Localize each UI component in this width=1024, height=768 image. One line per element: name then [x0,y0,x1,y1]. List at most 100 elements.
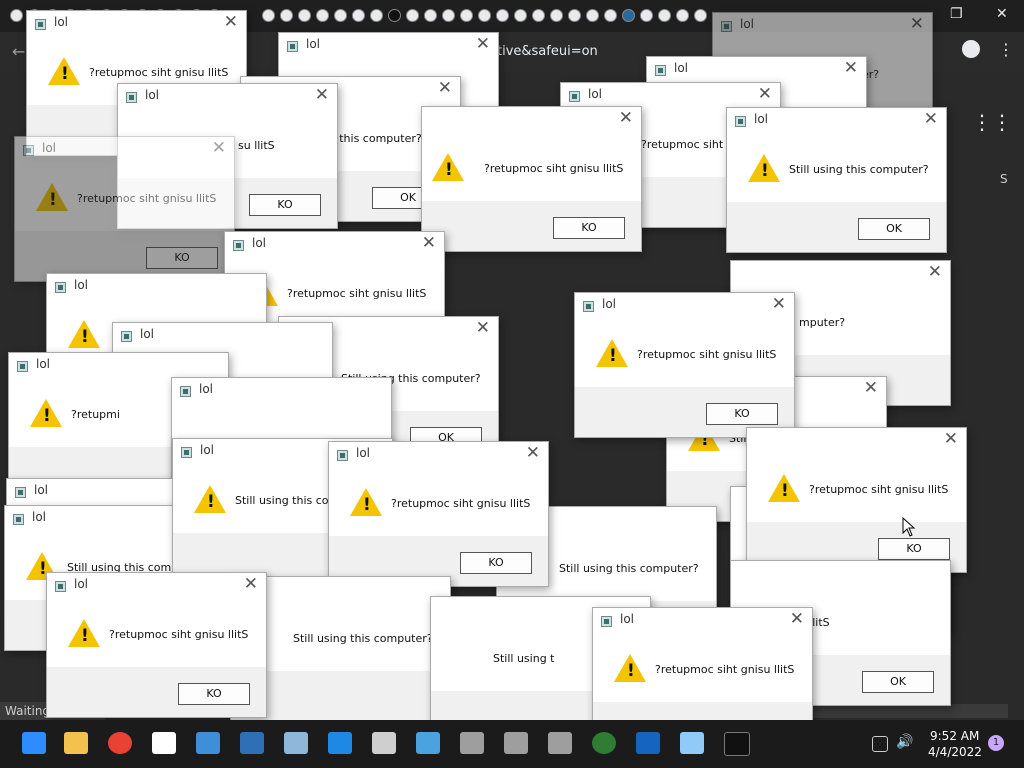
tab-favicon-icon[interactable] [586,9,599,22]
url-text[interactable]: tive&safeui=on [497,44,598,59]
7zip-icon[interactable] [152,732,176,754]
ko-button[interactable]: KO [146,247,218,269]
tab-favicon-icon[interactable] [532,9,545,22]
tab-favicon-icon[interactable] [352,9,365,22]
tab-favicon-icon[interactable] [478,9,491,22]
dialog-app-taskbar-icon[interactable] [328,732,352,754]
dialog-box[interactable]: lol ✕ ?retupmoc siht gnisu llitS KO [328,441,549,587]
ko-button[interactable]: KO [706,403,778,425]
dialog-close-icon[interactable]: ✕ [924,109,938,129]
ko-button[interactable]: KO [460,552,532,574]
tab-favicon-icon[interactable] [262,9,275,22]
dialog-app-icon [583,301,594,312]
profile-avatar-icon[interactable] [962,40,980,58]
dialog-box[interactable]: ✕ ?retupmoc siht gnisu llitS KO [746,427,967,573]
tab-favicon-icon[interactable] [442,9,455,22]
file-explorer-icon[interactable] [64,732,88,754]
dialog-close-icon[interactable]: ✕ [526,443,540,463]
dialog-title: lol [34,483,49,497]
dialog-close-icon[interactable]: ✕ [476,34,490,54]
dialog-box[interactable]: lol ✕ ?retupmoc siht gnisu llitS KO [14,136,235,282]
tab-favicon-icon[interactable] [694,9,707,22]
tab-favicon-icon[interactable] [550,9,563,22]
tab-favicon-icon[interactable] [316,9,329,22]
calculator-icon[interactable] [372,732,396,754]
tab-favicon-icon[interactable] [514,9,527,22]
dialog-close-icon[interactable]: ✕ [758,84,772,104]
dialog-title: lol [252,236,267,250]
network-icon[interactable] [548,732,572,754]
dialog-close-icon[interactable]: ✕ [315,85,329,105]
dialog-close-icon[interactable]: ✕ [476,318,490,338]
tab-favicon-icon[interactable] [676,9,689,22]
dialog-close-icon[interactable]: ✕ [844,58,858,78]
tab-favicon-icon[interactable] [568,9,581,22]
dialog-close-icon[interactable]: ✕ [944,429,958,449]
dialog-title: lol [674,61,689,75]
restore-icon[interactable]: ❐ [950,6,963,22]
terminal-icon[interactable] [724,732,750,756]
clock-time[interactable]: 9:52 AM [930,729,979,743]
dialog-close-icon[interactable]: ✕ [910,14,924,34]
tab-favicon-icon[interactable] [10,9,23,22]
dialog-close-icon[interactable]: ✕ [224,12,238,32]
photos-icon[interactable] [240,732,264,754]
ko-button[interactable]: KO [178,683,250,705]
paint-icon[interactable] [284,732,308,754]
dialog-close-icon[interactable]: ✕ [438,78,452,98]
dialog-close-icon[interactable]: ✕ [422,233,436,253]
tab-favicon-icon[interactable] [658,9,671,22]
tab-favicon-icon[interactable] [388,9,401,22]
dialog-box[interactable]: ✕ ?retupmoc siht gnisu llitS KO [421,106,642,252]
ko-button[interactable]: KO [878,538,950,560]
dialog-app-icon [287,41,298,52]
tab-favicon-icon[interactable] [604,9,617,22]
warning-icon [68,619,100,647]
tab-favicon-icon[interactable] [622,9,635,22]
dialog-close-icon[interactable]: ✕ [928,262,942,282]
dialog-close-icon[interactable]: ✕ [864,378,878,398]
more-menu-icon[interactable]: ⋮ [998,40,1014,59]
dialog-close-icon[interactable]: ✕ [212,138,226,158]
tab-favicon-icon[interactable] [406,9,419,22]
tab-favicon-icon[interactable] [370,9,383,22]
dialog-box[interactable]: lol ✕ Still using this computer? OK [726,107,947,253]
notepad-icon[interactable] [196,732,220,754]
dialog-box[interactable]: lol ✕ ?retupmoc siht gnisu llitS KO [46,572,267,718]
dialog-box[interactable]: lol ✕ ?retupmoc siht gnisu llitS KO [574,292,795,438]
tab-favicon-icon[interactable] [298,9,311,22]
ok-button[interactable]: OK [858,218,930,240]
dialog-title: lol [140,327,155,341]
chrome-icon[interactable] [108,732,132,754]
close-window-icon[interactable]: ✕ [996,6,1008,22]
ko-button[interactable]: KO [249,194,321,216]
dialog-app-icon [655,65,666,76]
clock-date[interactable]: 4/4/2022 [928,745,982,759]
network-icon[interactable] [504,732,528,754]
control-panel-icon[interactable] [416,732,440,754]
ok-button[interactable]: OK [862,671,934,693]
dialog-close-icon[interactable]: ✕ [244,574,258,594]
globe-icon[interactable] [592,732,616,754]
network-icon[interactable] [460,732,484,754]
notification-badge[interactable]: 1 [988,735,1004,751]
tab-favicon-icon[interactable] [496,9,509,22]
tab-favicon-icon[interactable] [640,9,653,22]
tab-favicon-icon[interactable] [334,9,347,22]
dialog-message: Still using this computer? [293,632,433,645]
back-arrow-icon[interactable]: ← [12,42,25,61]
tab-favicon-icon[interactable] [424,9,437,22]
dialog-close-icon[interactable]: ✕ [772,294,786,314]
tab-favicon-icon[interactable] [460,9,473,22]
ko-button[interactable]: KO [553,217,625,239]
apps-grid-icon[interactable]: ⋮⋮ [972,110,1012,134]
dialog-close-icon[interactable]: ✕ [790,609,804,629]
cube-icon[interactable] [636,732,660,754]
network-tray-icon[interactable] [872,736,888,752]
start-menu-icon[interactable] [22,732,46,754]
volume-icon[interactable]: 🔊 [896,734,914,756]
chart-monitor-icon[interactable] [680,732,704,754]
tab-favicon-icon[interactable] [280,9,293,22]
dialog-app-icon [721,21,732,32]
dialog-close-icon[interactable]: ✕ [619,108,633,128]
